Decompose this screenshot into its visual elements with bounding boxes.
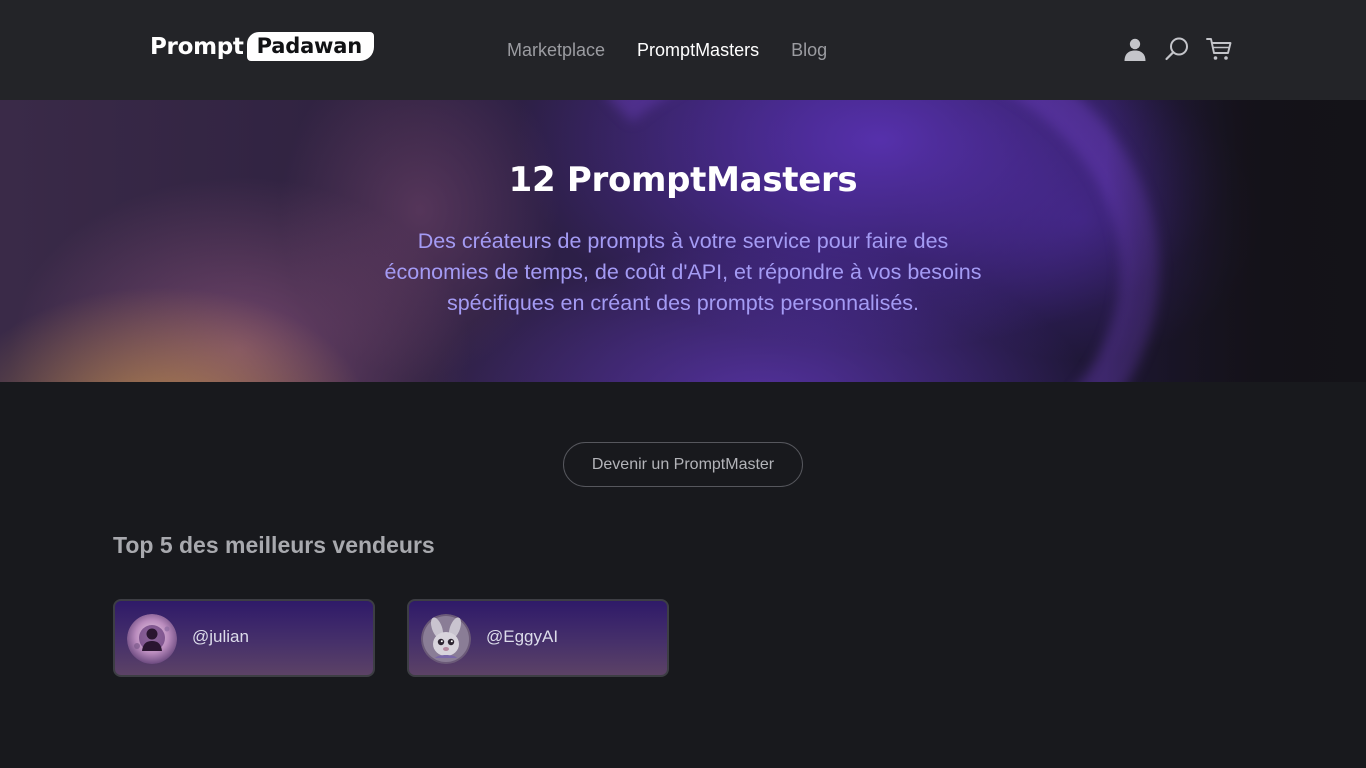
nav-link-promptmasters[interactable]: PromptMasters xyxy=(637,38,759,62)
main-nav: Marketplace PromptMasters Blog xyxy=(507,38,827,62)
site-logo[interactable]: Prompt Padawan xyxy=(150,32,374,61)
logo-text-padawan: Padawan xyxy=(246,32,374,61)
header-actions xyxy=(1122,36,1232,62)
user-icon[interactable] xyxy=(1122,36,1148,62)
seller-card-julian[interactable]: @julian xyxy=(113,599,375,677)
nav-link-blog[interactable]: Blog xyxy=(791,38,827,62)
nav-link-marketplace[interactable]: Marketplace xyxy=(507,38,605,62)
hero-description: Des créateurs de prompts à votre service… xyxy=(384,229,982,315)
search-icon[interactable] xyxy=(1164,36,1190,62)
avatar xyxy=(421,614,471,664)
seller-card-eggyai[interactable]: @EggyAI xyxy=(407,599,669,677)
logo-text-prompt: Prompt xyxy=(150,33,244,60)
seller-name: @julian xyxy=(192,627,249,646)
cart-icon[interactable] xyxy=(1206,36,1232,62)
hero-banner: 12 PromptMasters Des créateurs de prompt… xyxy=(0,100,1366,382)
seller-name: @EggyAI xyxy=(486,627,559,646)
become-promptmaster-button[interactable]: Devenir un PromptMaster xyxy=(563,442,803,487)
hero-fade xyxy=(1106,100,1366,382)
avatar xyxy=(127,614,177,664)
site-header: Prompt Padawan Marketplace PromptMasters… xyxy=(0,0,1366,100)
avatar-eggyai-image xyxy=(421,614,471,664)
page-title: 12 PromptMasters xyxy=(508,160,858,200)
top-sellers-title: Top 5 des meilleurs vendeurs xyxy=(113,532,435,558)
avatar-julian-image xyxy=(127,614,177,664)
